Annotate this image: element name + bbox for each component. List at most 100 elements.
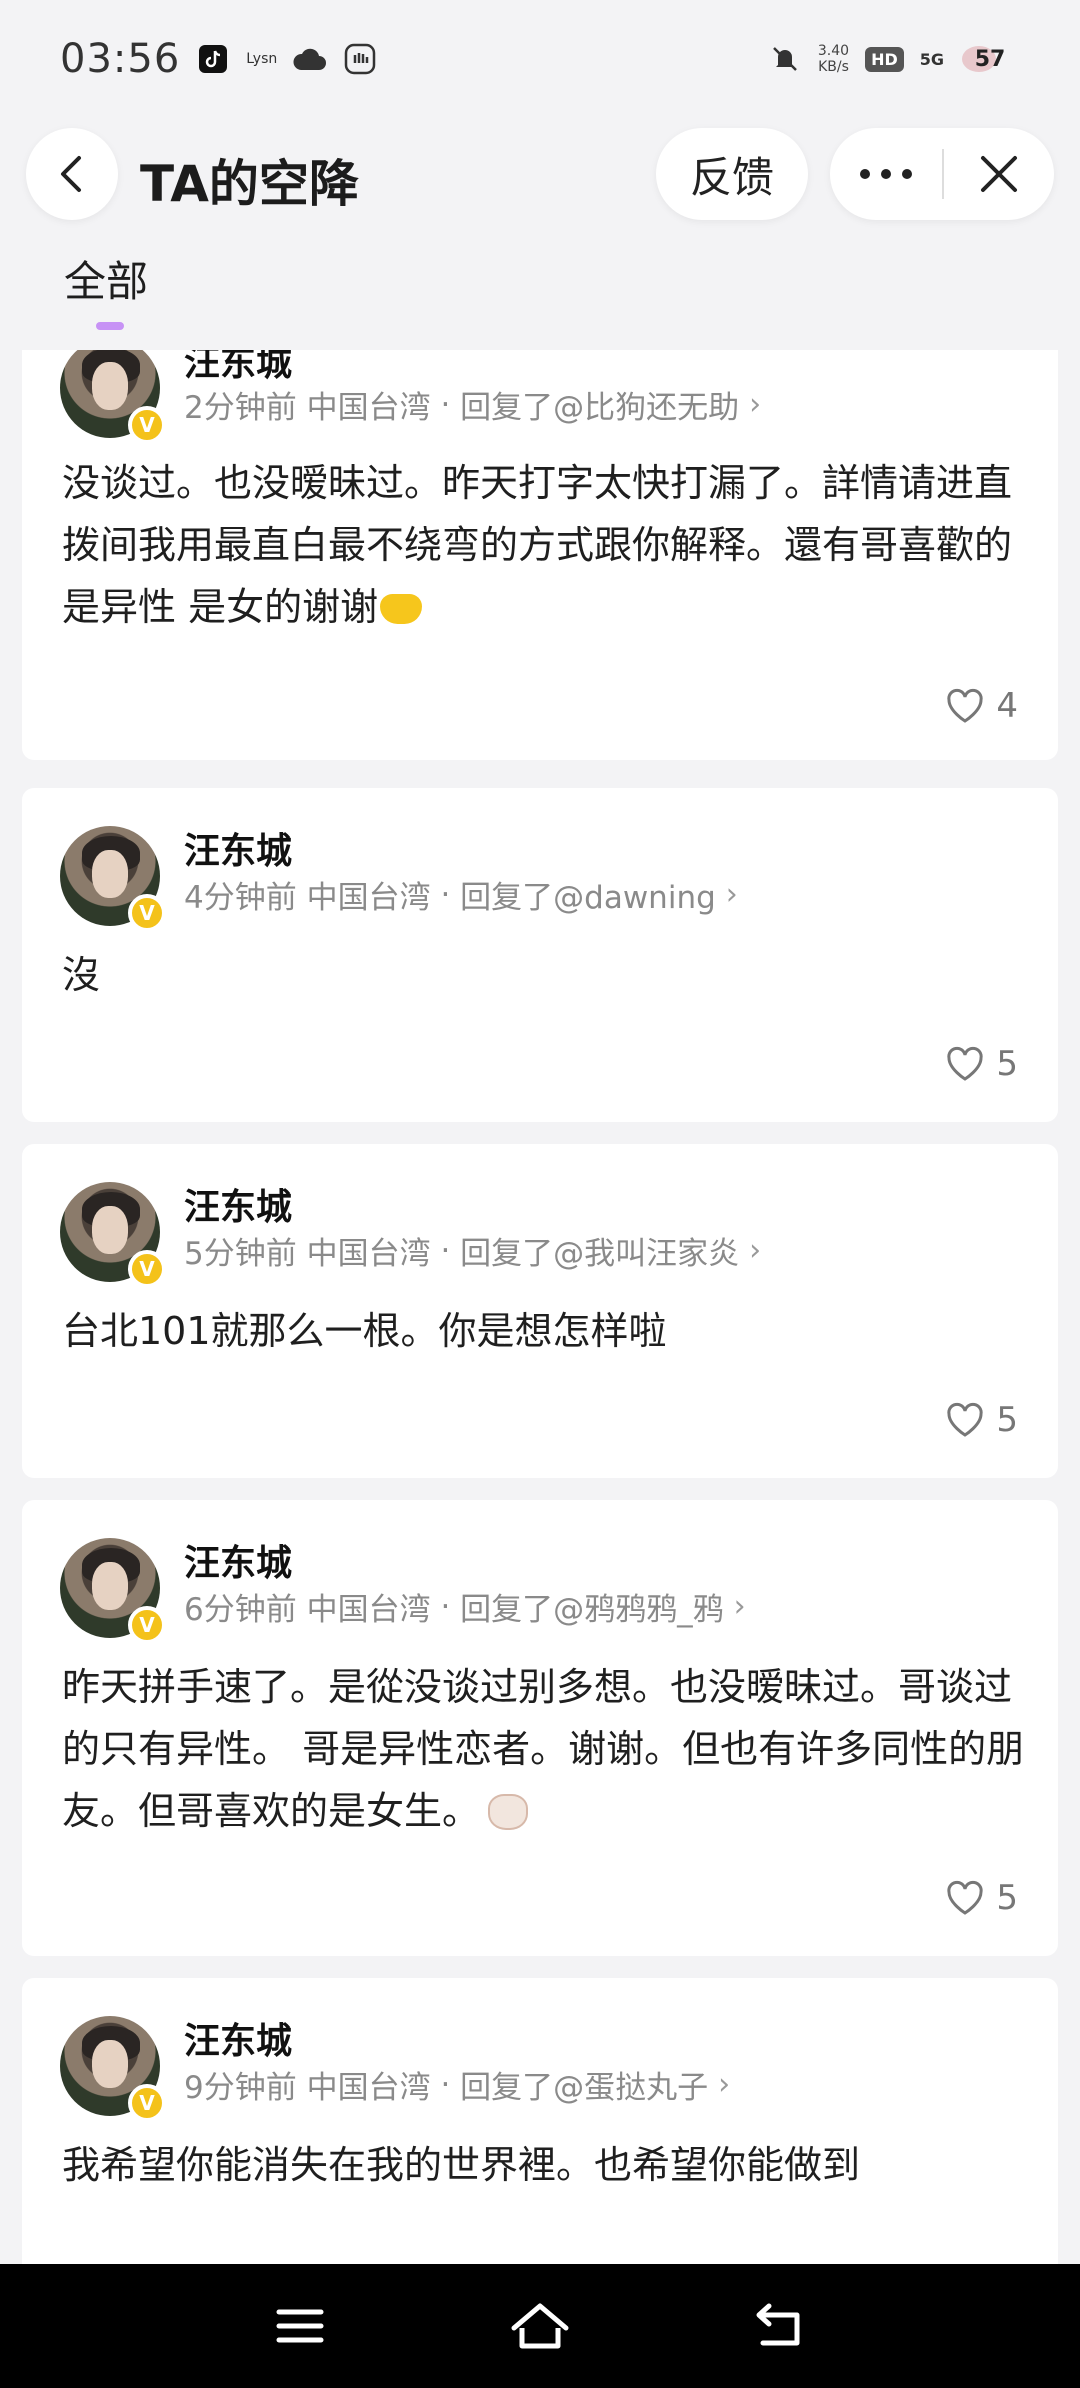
chevron-right-icon: › xyxy=(749,1233,762,1268)
comment-card: V 汪东城 4分钟前 中国台湾 · 回复了@dawning › 沒 5 xyxy=(22,788,1058,1122)
comment-username[interactable]: 汪东城 xyxy=(184,822,292,874)
comment-card: V 汪东城 6分钟前 中国台湾 · 回复了@鸦鸦鸦_鸦 › 昨天拼手速了。是從没… xyxy=(22,1500,1058,1956)
verified-badge: V xyxy=(128,406,166,444)
comment-location: 中国台湾 xyxy=(306,2070,431,2106)
comment-reply-target[interactable]: 回复了@鸦鸦鸦_鸦 xyxy=(460,1584,724,1629)
network-5g: 5G xyxy=(919,49,944,69)
comment-time: 6分钟前 xyxy=(184,1592,297,1628)
system-nav-bar xyxy=(0,2264,1080,2388)
heart-hands-emoji xyxy=(380,594,423,624)
comment-text-body: 昨天拼手速了。是從没谈过别多想。也没暧昧过。哥谈过的只有异性。 哥是异性恋者。谢… xyxy=(62,1665,1025,1833)
net-speed: 3.40 KB/s xyxy=(818,43,849,75)
comment-text: 沒 xyxy=(62,953,101,997)
hand-icon xyxy=(343,42,377,76)
comment-reply-target[interactable]: 回复了@我叫汪家炎 xyxy=(460,1228,739,1273)
verified-badge: V xyxy=(128,1606,166,1644)
return-button[interactable] xyxy=(740,2286,820,2366)
heart-icon xyxy=(947,1880,983,1915)
menu-button[interactable] xyxy=(260,2286,340,2366)
heart-icon xyxy=(947,1402,983,1437)
like-button[interactable]: 4 xyxy=(946,686,1018,726)
verified-badge: V xyxy=(128,894,166,932)
avatar[interactable]: V xyxy=(60,350,166,444)
return-icon xyxy=(756,2303,800,2346)
comment-username[interactable]: 汪东城 xyxy=(184,2012,292,2064)
verified-badge: V xyxy=(128,1250,166,1288)
home-button[interactable] xyxy=(500,2286,580,2366)
cat-emoji xyxy=(488,1794,529,1830)
comment-time: 9分钟前 xyxy=(184,2070,297,2106)
hd-badge: HD xyxy=(865,46,904,72)
comment-location: 中国台湾 xyxy=(306,880,431,916)
comment-text: 我希望你能消失在我的世界裡。也希望你能做到 xyxy=(62,2143,861,2187)
page-title: TA的空降 xyxy=(140,155,359,213)
lysn-icon: Lysn xyxy=(246,51,278,67)
tab-all[interactable]: 全部 xyxy=(64,248,148,309)
nav-header: TA的空降 反馈 xyxy=(0,118,1080,234)
heart-icon xyxy=(947,688,983,723)
comment-username[interactable]: 汪东城 xyxy=(184,1534,292,1586)
more-icon xyxy=(860,169,912,179)
comment-location: 中国台湾 xyxy=(306,1236,431,1272)
home-icon xyxy=(511,2303,569,2349)
comment-meta: 6分钟前 中国台湾 · 回复了@鸦鸦鸦_鸦 › xyxy=(184,1584,746,1629)
comment-reply-target[interactable]: 回复了@比狗还无助 xyxy=(460,382,739,427)
comment-card: V 汪东城 5分钟前 中国台湾 · 回复了@我叫汪家炎 › 台北101就那么一根… xyxy=(22,1144,1058,1478)
battery-indicator: 57 xyxy=(960,42,1020,76)
like-count: 5 xyxy=(996,1044,1018,1084)
close-button[interactable] xyxy=(944,128,1054,220)
feedback-button[interactable]: 反馈 xyxy=(656,128,808,220)
comment-meta: 5分钟前 中国台湾 · 回复了@我叫汪家炎 › xyxy=(184,1228,761,1273)
status-right: 3.40 KB/s HD 5G 57 xyxy=(768,42,1020,76)
avatar[interactable]: V xyxy=(60,2016,166,2122)
menu-icon xyxy=(276,2309,324,2343)
like-button[interactable]: 5 xyxy=(946,1878,1018,1918)
comment-text-body: 没谈过。也没暧昧过。昨天打字太快打漏了。詳情请进直拨间我用最直白最不绕弯的方式跟… xyxy=(62,461,1013,629)
more-button[interactable] xyxy=(830,128,942,220)
back-icon xyxy=(61,156,81,192)
comment-meta: 9分钟前 中国台湾 · 回复了@蛋挞丸子 › xyxy=(184,2062,730,2107)
comment-time: 5分钟前 xyxy=(184,1236,297,1272)
comment-feed[interactable]: V 汪东城 2分钟前 中国台湾 · 回复了@比狗还无助 › 没谈过。也没暧昧过。… xyxy=(22,350,1058,2264)
comment-reply-target[interactable]: 回复了@dawning xyxy=(460,872,716,917)
tab-indicator xyxy=(96,322,124,330)
like-count: 4 xyxy=(996,686,1018,726)
like-count: 5 xyxy=(996,1878,1018,1918)
comment-meta: 2分钟前 中国台湾 · 回复了@比狗还无助 › xyxy=(184,382,761,427)
comment-time: 4分钟前 xyxy=(184,880,297,916)
chevron-right-icon: › xyxy=(733,1589,746,1624)
chevron-right-icon: › xyxy=(725,877,738,912)
comment-card: V 汪东城 9分钟前 中国台湾 · 回复了@蛋挞丸子 › 我希望你能消失在我的世… xyxy=(22,1978,1058,2264)
status-left: 03:56 Lysn xyxy=(60,36,377,82)
comment-location: 中国台湾 xyxy=(306,390,431,426)
heart-icon xyxy=(947,1046,983,1081)
verified-badge: V xyxy=(128,2084,166,2122)
comment-text: 没谈过。也没暧昧过。昨天打字太快打漏了。詳情请进直拨间我用最直白最不绕弯的方式跟… xyxy=(62,452,1042,638)
net-speed-unit: KB/s xyxy=(818,59,849,75)
avatar[interactable]: V xyxy=(60,1182,166,1288)
comment-card: V 汪东城 2分钟前 中国台湾 · 回复了@比狗还无助 › 没谈过。也没暧昧过。… xyxy=(22,350,1058,760)
status-bar: 03:56 Lysn 3.40 KB/s HD 5G 57 xyxy=(0,0,1080,118)
comment-time: 2分钟前 xyxy=(184,390,297,426)
net-speed-value: 3.40 xyxy=(817,43,850,59)
comment-meta: 4分钟前 中国台湾 · 回复了@dawning › xyxy=(184,872,738,917)
like-button[interactable]: 5 xyxy=(946,1400,1018,1440)
tiktok-icon xyxy=(196,42,230,76)
comment-text: 昨天拼手速了。是從没谈过别多想。也没暧昧过。哥谈过的只有异性。 哥是异性恋者。谢… xyxy=(62,1656,1042,1842)
chevron-right-icon: › xyxy=(749,387,762,422)
comment-username[interactable]: 汪东城 xyxy=(184,350,292,386)
mute-bell-icon xyxy=(768,42,802,76)
comment-location: 中国台湾 xyxy=(306,1592,431,1628)
avatar[interactable]: V xyxy=(60,1538,166,1644)
status-time: 03:56 xyxy=(60,36,181,82)
like-count: 5 xyxy=(996,1400,1018,1440)
cloud-icon xyxy=(293,42,327,76)
chevron-right-icon: › xyxy=(718,2067,731,2102)
avatar[interactable]: V xyxy=(60,826,166,932)
comment-username[interactable]: 汪东城 xyxy=(184,1178,292,1230)
comment-text: 台北101就那么一根。你是想怎样啦 xyxy=(62,1309,667,1353)
back-button[interactable] xyxy=(26,128,118,220)
like-button[interactable]: 5 xyxy=(946,1044,1018,1084)
mini-program-capsule xyxy=(830,128,1054,220)
comment-reply-target[interactable]: 回复了@蛋挞丸子 xyxy=(460,2062,708,2107)
